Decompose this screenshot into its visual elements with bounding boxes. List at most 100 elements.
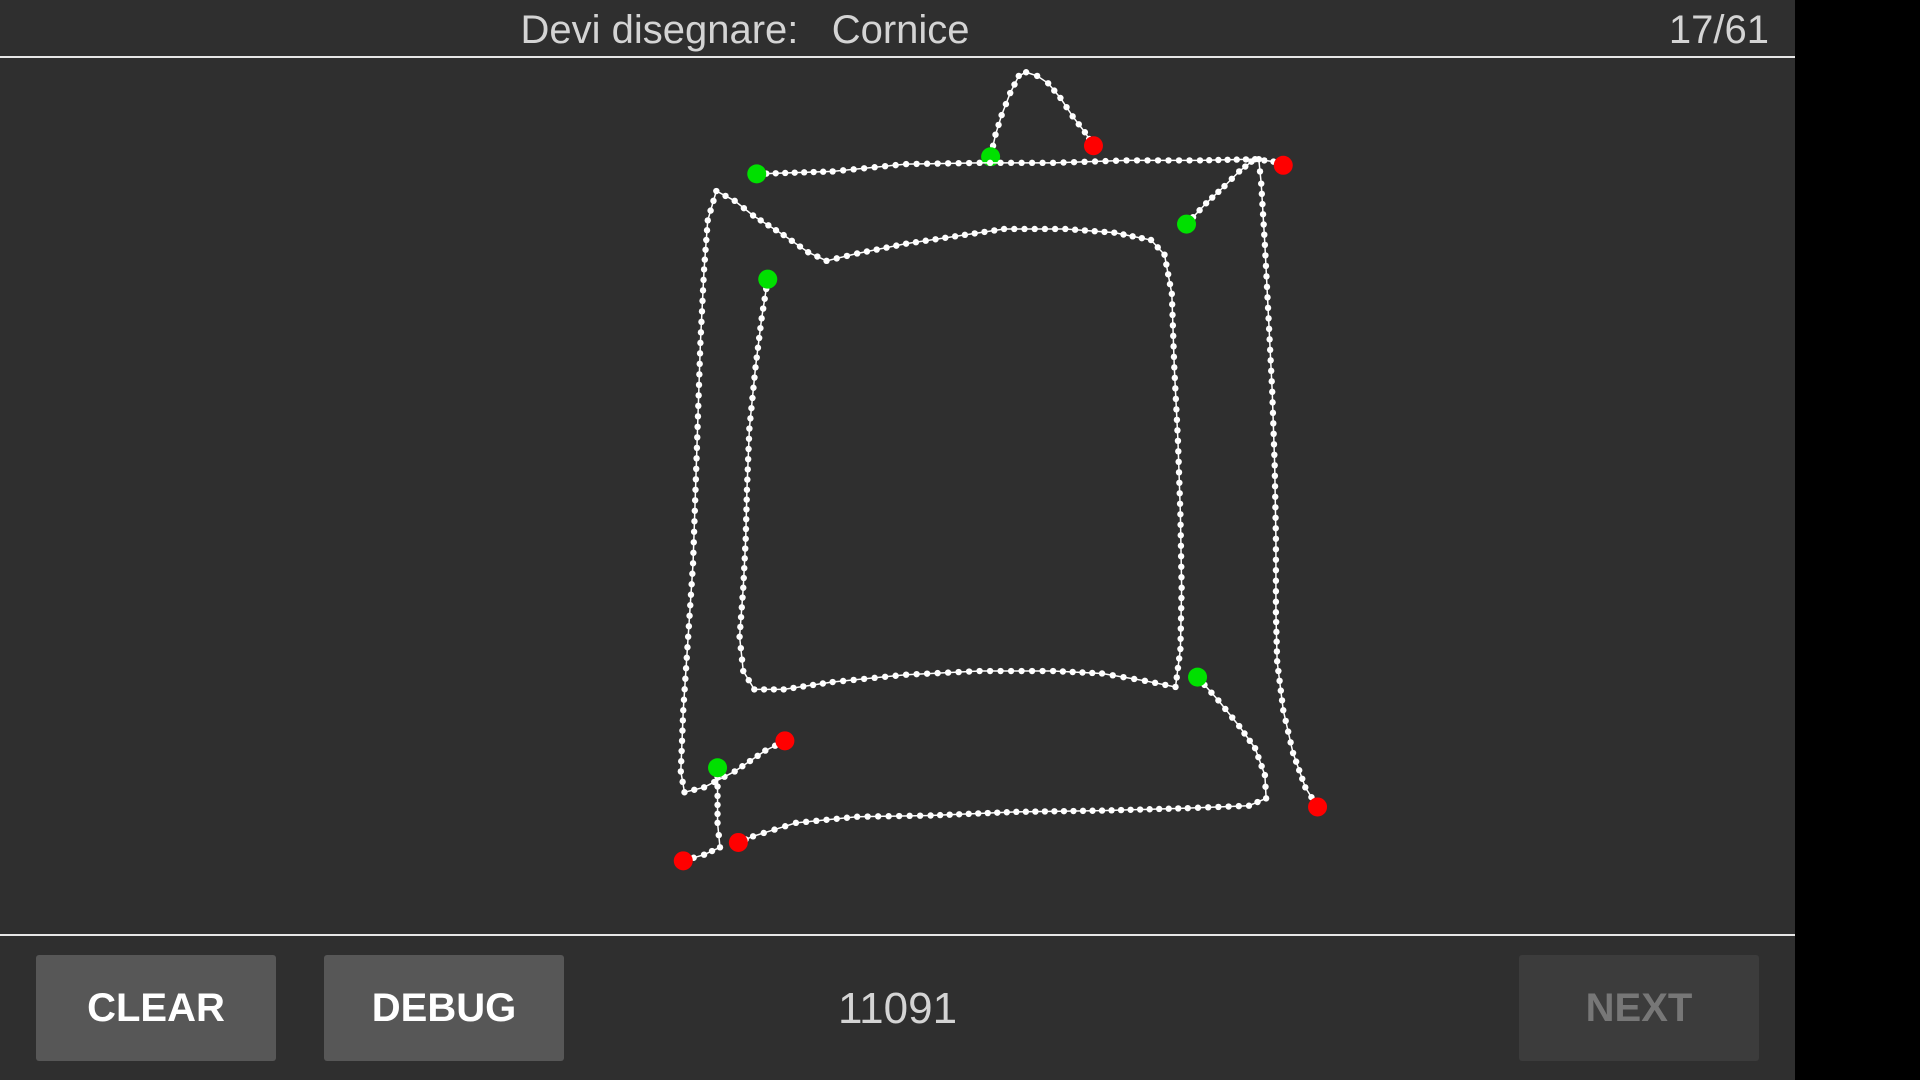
stroke-point bbox=[736, 633, 743, 640]
stroke-point bbox=[961, 231, 969, 239]
stroke-start-marker bbox=[1177, 214, 1197, 234]
stroke-point bbox=[1271, 483, 1279, 490]
stroke-point bbox=[700, 266, 708, 273]
stroke-point bbox=[1269, 409, 1277, 417]
stroke-point bbox=[1273, 628, 1280, 636]
stroke-point bbox=[737, 623, 744, 631]
stroke-point bbox=[1196, 207, 1203, 214]
stroke-point bbox=[678, 737, 686, 745]
stroke-point bbox=[771, 826, 778, 833]
stroke-point bbox=[1271, 472, 1279, 480]
stroke-point bbox=[951, 233, 959, 240]
stroke-point bbox=[1057, 94, 1064, 102]
stroke-point bbox=[1262, 262, 1270, 270]
stroke-point bbox=[700, 276, 707, 284]
stroke-point bbox=[1098, 807, 1106, 814]
stroke-point bbox=[761, 295, 768, 302]
stroke-point bbox=[1129, 233, 1136, 240]
stroke-point bbox=[1108, 807, 1115, 814]
stroke-point bbox=[740, 667, 747, 675]
stroke-point bbox=[693, 455, 700, 462]
stroke-point bbox=[997, 159, 1004, 167]
stroke-point bbox=[1196, 157, 1204, 164]
stroke-point bbox=[1302, 784, 1309, 791]
stroke-point bbox=[1051, 87, 1058, 94]
stroke-point bbox=[693, 465, 700, 473]
stroke-point bbox=[1272, 493, 1279, 500]
stroke-point bbox=[944, 669, 952, 676]
stroke-point bbox=[1235, 168, 1243, 175]
stroke-point bbox=[1109, 672, 1116, 679]
stroke-point bbox=[1215, 803, 1222, 811]
stroke-end-marker bbox=[1273, 155, 1293, 175]
stroke-point bbox=[927, 812, 934, 819]
stroke-point bbox=[881, 673, 889, 680]
stroke-point bbox=[679, 717, 687, 724]
stroke-point bbox=[713, 187, 720, 195]
stroke-point bbox=[1299, 775, 1306, 782]
stroke-point bbox=[742, 535, 749, 542]
stroke-point bbox=[693, 444, 701, 452]
stroke-point bbox=[995, 121, 1002, 129]
stroke-start-marker bbox=[758, 269, 778, 289]
stroke-point bbox=[1177, 521, 1184, 528]
stroke-point bbox=[814, 253, 821, 260]
stroke-point bbox=[762, 747, 769, 754]
stroke-point bbox=[1278, 697, 1286, 704]
stroke-point bbox=[1269, 399, 1276, 406]
stroke-point bbox=[833, 255, 840, 262]
stroke-point bbox=[686, 612, 693, 619]
stroke-point bbox=[743, 486, 751, 493]
stroke-point bbox=[1102, 157, 1109, 165]
stroke-point bbox=[881, 162, 889, 170]
stroke-point bbox=[1144, 157, 1151, 164]
stroke-point bbox=[714, 792, 721, 800]
debug-button[interactable]: DEBUG bbox=[324, 955, 564, 1061]
stroke-point bbox=[696, 350, 704, 357]
stroke-point bbox=[681, 686, 688, 693]
stroke-point bbox=[944, 160, 952, 167]
stroke-point bbox=[853, 250, 861, 257]
stroke-point bbox=[1136, 806, 1144, 813]
header-bar: Devi disegnare: Cornice 17/61 bbox=[0, 0, 1795, 57]
clear-button[interactable]: CLEAR bbox=[36, 955, 276, 1061]
stroke bbox=[987, 69, 1095, 160]
stroke-point bbox=[770, 686, 778, 693]
stroke-point bbox=[984, 809, 991, 817]
stroke-point bbox=[932, 236, 939, 243]
stroke-point bbox=[1262, 795, 1270, 802]
stroke-point bbox=[701, 256, 709, 263]
stroke-point bbox=[791, 169, 798, 176]
stroke-point bbox=[1178, 584, 1185, 591]
stroke-point bbox=[687, 602, 694, 609]
stroke-point bbox=[902, 160, 910, 168]
stroke-point bbox=[1091, 227, 1098, 235]
stroke-point bbox=[749, 833, 757, 840]
stroke-point bbox=[1258, 190, 1266, 198]
stroke-point bbox=[1259, 200, 1266, 208]
stroke-point bbox=[744, 466, 751, 473]
stroke-point bbox=[1171, 364, 1178, 371]
stroke-point bbox=[871, 674, 878, 682]
stroke-point bbox=[873, 246, 880, 253]
stroke-point bbox=[895, 812, 903, 820]
next-button[interactable]: NEXT bbox=[1519, 955, 1759, 1061]
stroke-point bbox=[753, 354, 760, 361]
stroke-point bbox=[1089, 807, 1096, 814]
stroke-point bbox=[692, 486, 699, 493]
stroke-point bbox=[746, 757, 754, 765]
stroke-point bbox=[737, 644, 745, 652]
drawing-canvas[interactable] bbox=[0, 59, 1795, 934]
stroke-point bbox=[1176, 500, 1184, 507]
stroke-point bbox=[1171, 374, 1179, 382]
stroke-point bbox=[715, 831, 722, 839]
stroke-point bbox=[681, 789, 688, 796]
stroke-point bbox=[746, 425, 753, 432]
stroke-point bbox=[731, 768, 738, 775]
stroke-point bbox=[1033, 72, 1041, 80]
stroke-point bbox=[1032, 808, 1039, 815]
stroke-point bbox=[1051, 808, 1058, 815]
stroke-point bbox=[1049, 667, 1057, 675]
stroke-point bbox=[902, 671, 910, 678]
stroke-point bbox=[1272, 546, 1280, 553]
